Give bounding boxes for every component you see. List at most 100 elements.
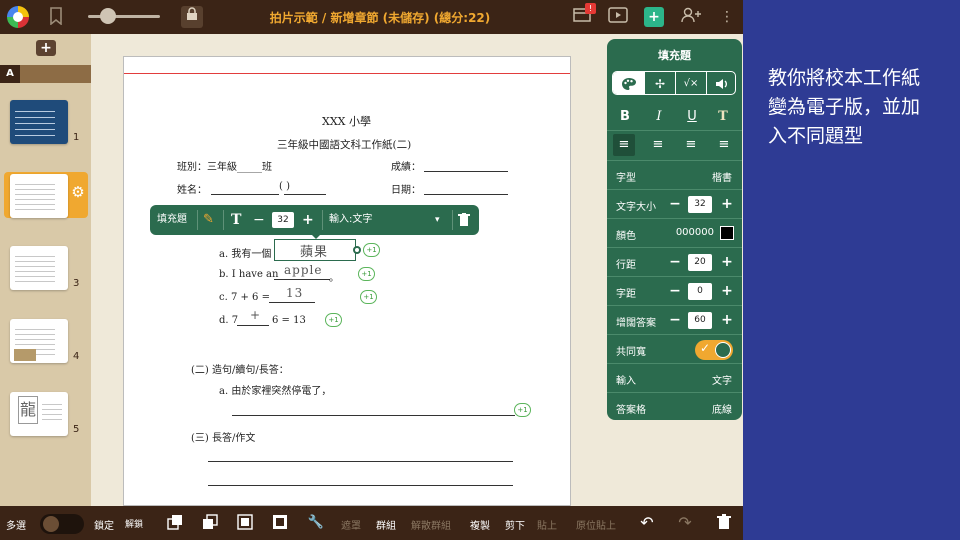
input-type-select[interactable]: 輸入:文字 <box>329 205 372 235</box>
answer-a[interactable]: 蘋果 <box>300 241 328 260</box>
add-slide-button[interactable]: + <box>36 40 56 56</box>
italic-button[interactable]: I <box>649 107 669 127</box>
answer-box-row[interactable]: 答案格 底線 <box>607 392 742 421</box>
bring-forward-icon[interactable] <box>166 514 184 532</box>
align-left-icon[interactable]: ≡ <box>613 134 635 156</box>
resize-handle[interactable] <box>353 246 361 254</box>
char-spacing-value[interactable]: 0 <box>688 283 712 300</box>
app-logo-icon[interactable] <box>7 6 29 28</box>
play-icon[interactable] <box>608 7 628 27</box>
line-spacing-value[interactable]: 20 <box>688 254 712 271</box>
palette-icon[interactable] <box>613 72 644 94</box>
move-icon[interactable]: ✢ <box>644 72 675 94</box>
size-plus-button[interactable]: + <box>720 195 734 214</box>
color-label: 顏色 <box>616 231 636 242</box>
slide-thumbnail-5[interactable]: 龍 <box>10 392 68 436</box>
chevron-down-icon[interactable]: ▾ <box>435 205 440 235</box>
score-badge-d[interactable]: +1 <box>325 313 342 327</box>
question-c: c. 7 + 6 = <box>219 292 270 303</box>
multi-select-toggle[interactable] <box>40 514 84 534</box>
font-size-value[interactable]: 32 <box>272 212 294 228</box>
document-title: 拍片示範 / 新增章節 (未儲存) (總分:22) <box>269 11 491 25</box>
slide-thumbnail-1[interactable] <box>10 100 68 144</box>
font-value[interactable]: 楷書 <box>712 169 732 184</box>
score-badge-b[interactable]: +1 <box>358 267 375 281</box>
send-backward-icon[interactable] <box>201 514 219 532</box>
trash-icon[interactable] <box>715 514 733 532</box>
slide-thumbnail-2[interactable] <box>10 174 68 218</box>
answer-width-value[interactable]: 60 <box>688 312 712 329</box>
group-button[interactable]: 群組 <box>376 517 396 532</box>
redo-icon[interactable]: ↷ <box>676 514 694 532</box>
undo-icon[interactable]: ↶ <box>638 514 656 532</box>
section-bar[interactable]: A <box>0 65 91 83</box>
align-right-icon[interactable]: ≡ <box>680 134 702 156</box>
add-page-icon[interactable]: + <box>644 7 664 27</box>
size-minus-button[interactable]: − <box>668 195 682 214</box>
section-2-question: a. 由於家裡突然停電了， <box>219 386 332 397</box>
answer-c[interactable]: 13 <box>286 286 303 300</box>
pencil-icon[interactable]: ✎ <box>203 205 214 235</box>
align-center-icon[interactable]: ≡ <box>647 134 669 156</box>
slide-thumbnail-3[interactable] <box>10 246 68 290</box>
gear-icon[interactable]: ⚙ <box>70 184 86 200</box>
score-badge-a[interactable]: +1 <box>363 243 380 257</box>
line-spacing-stepper: − 20 + <box>668 253 734 272</box>
paste-button[interactable]: 貼上 <box>537 517 557 532</box>
line-plus-button[interactable]: + <box>720 253 734 272</box>
delete-icon[interactable] <box>458 205 472 235</box>
color-value[interactable]: 000000 <box>676 227 714 238</box>
zoom-slider-track[interactable] <box>88 15 160 18</box>
color-swatch[interactable] <box>720 226 734 240</box>
paste-in-place-button[interactable]: 原位貼上 <box>576 517 616 532</box>
underline-button[interactable]: U <box>682 107 702 127</box>
answer-b[interactable]: apple <box>284 263 322 277</box>
line-minus-button[interactable]: − <box>668 253 682 272</box>
question-type-label: 填充題 <box>157 214 187 225</box>
copy-button[interactable]: 複製 <box>470 517 490 532</box>
check-cross-icon[interactable]: √× <box>675 72 706 94</box>
score-badge-c[interactable]: +1 <box>360 290 377 304</box>
bring-to-front-icon[interactable] <box>236 514 254 532</box>
question-d-right: 6 = 13 <box>272 315 306 326</box>
bookmark-icon[interactable] <box>46 7 66 27</box>
bold-button[interactable]: B <box>615 107 635 127</box>
zoom-slider-knob[interactable] <box>100 8 116 24</box>
unlock-button[interactable]: 解鎖 <box>125 517 143 530</box>
score-badge-s2[interactable]: +1 <box>514 403 531 417</box>
char-minus-button[interactable]: − <box>668 282 682 301</box>
multi-select-label: 多選 <box>6 521 26 532</box>
answer-minus-button[interactable]: − <box>668 311 682 330</box>
ungroup-button[interactable]: 解散群組 <box>411 517 451 532</box>
size-value[interactable]: 32 <box>688 196 712 213</box>
char-spacing-row: 字距 − 0 + <box>607 276 742 305</box>
lock-button[interactable]: 鎖定 <box>94 517 114 532</box>
cut-button[interactable]: 剪下 <box>505 517 525 532</box>
font-row[interactable]: 字型 楷書 <box>607 160 742 189</box>
answer-line-s2 <box>232 415 515 416</box>
font-increase-button[interactable]: + <box>302 205 314 235</box>
font-decrease-button[interactable]: − <box>253 205 265 235</box>
notification-badge: ! <box>585 3 596 14</box>
answer-box-value[interactable]: 底線 <box>712 401 732 416</box>
input-row[interactable]: 輸入 文字 <box>607 363 742 392</box>
send-to-back-icon[interactable] <box>271 514 289 532</box>
input-value[interactable]: 文字 <box>712 372 732 387</box>
lock-icon[interactable] <box>181 6 203 28</box>
add-user-icon[interactable] <box>680 7 704 27</box>
slide-thumbnail-4[interactable] <box>10 319 68 363</box>
wrench-icon[interactable]: 🔧 <box>307 514 325 532</box>
panel-title: 填充題 <box>658 49 691 62</box>
char-plus-button[interactable]: + <box>720 282 734 301</box>
name-label: 姓名： <box>177 185 207 196</box>
answer-d[interactable]: + <box>250 308 261 322</box>
same-width-row: 共同寬 ✓ <box>607 334 742 363</box>
more-vert-icon[interactable]: ⋮ <box>717 7 737 27</box>
speaker-icon[interactable] <box>706 72 735 94</box>
mask-button[interactable]: 遮罩 <box>341 517 361 532</box>
text-style-button[interactable]: T <box>713 107 733 127</box>
answer-plus-button[interactable]: + <box>720 311 734 330</box>
size-label: 文字大小 <box>616 202 656 213</box>
align-justify-icon[interactable]: ≡ <box>713 134 735 156</box>
same-width-toggle[interactable]: ✓ <box>695 340 733 360</box>
